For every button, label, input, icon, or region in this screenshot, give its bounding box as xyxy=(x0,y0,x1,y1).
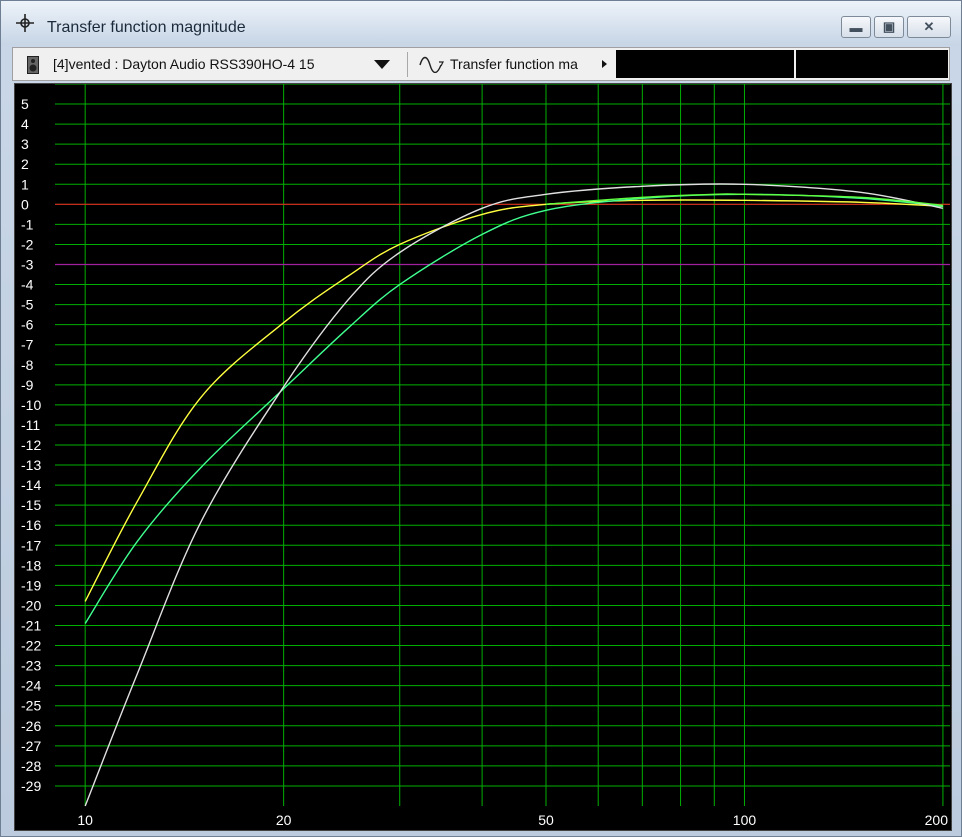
toolbar-divider xyxy=(407,52,408,77)
y-tick-label: -17 xyxy=(21,537,41,553)
series-line-2 xyxy=(84,193,943,624)
y-tick-label: -21 xyxy=(21,618,41,634)
crosshair-icon xyxy=(16,14,34,32)
restore-button[interactable]: ▣ xyxy=(874,16,904,38)
y-tick-label: -26 xyxy=(21,718,41,734)
chevron-down-icon[interactable] xyxy=(374,60,390,69)
chevron-right-icon[interactable] xyxy=(602,60,607,68)
close-button[interactable]: ✕ xyxy=(907,16,951,38)
y-tick-label: 1 xyxy=(21,176,29,192)
y-tick-label: -11 xyxy=(21,417,40,433)
y-tick-label: -27 xyxy=(21,738,41,754)
y-tick-label: -23 xyxy=(21,658,41,674)
y-tick-label: -1 xyxy=(21,216,34,232)
window-title: Transfer function magnitude xyxy=(47,19,246,36)
y-tick-label: -7 xyxy=(21,337,34,353)
y-tick-label: -6 xyxy=(21,317,34,333)
y-tick-label: -8 xyxy=(21,357,34,373)
toolbar: [4]vented : Dayton Audio RSS390HO-4 15 T… xyxy=(12,47,950,81)
y-tick-label: -20 xyxy=(21,597,41,613)
speaker-icon xyxy=(27,56,39,74)
x-tick-label: 200 xyxy=(925,812,949,828)
plot-area[interactable]: 5 4 3 2 1 0 -1 -2 -3 -4 -5 -6 -7 -8 -9 -10 -11 -12 -13 -14-… xyxy=(14,83,952,831)
x-tick-label: 20 xyxy=(276,812,292,828)
y-tick-label: -12 xyxy=(21,437,41,453)
y-tick-label: -25 xyxy=(21,698,41,714)
window-controls: ▬ ▣ ✕ xyxy=(841,16,951,40)
y-tick-label: -14 xyxy=(21,477,41,493)
y-tick-label: -18 xyxy=(21,557,41,573)
y-tick-label: -13 xyxy=(21,457,41,473)
y-tick-label: 5 xyxy=(21,96,29,112)
y-tick-label: -3 xyxy=(21,257,34,273)
title-bar[interactable]: Transfer function magnitude ▬ ▣ ✕ xyxy=(1,1,961,45)
x-tick-label: 10 xyxy=(77,812,93,828)
minimize-button[interactable]: ▬ xyxy=(841,16,871,38)
minimize-icon: ▬ xyxy=(849,19,863,35)
magnitude-chart[interactable]: 543210-1-2-3-4-5-6-7-8-9-10-11-12-13-14-… xyxy=(15,83,951,830)
y-tick-label: -9 xyxy=(21,377,34,393)
y-tick-label: 2 xyxy=(21,156,29,172)
y-tick-label: 0 xyxy=(21,196,29,212)
y-tick-label: 4 xyxy=(21,116,29,132)
y-tick-label: -28 xyxy=(21,758,41,774)
y-tick-label: -19 xyxy=(21,577,41,593)
y-tick-label: -2 xyxy=(21,236,34,252)
y-tick-label: -5 xyxy=(21,297,34,313)
y-tick-label: -10 xyxy=(21,397,41,413)
y-tick-label: -15 xyxy=(21,497,41,513)
y-tick-label: -29 xyxy=(21,778,41,794)
y-tick-label: 3 xyxy=(21,136,29,152)
cursor-readout-right xyxy=(796,50,948,78)
series-line-3 xyxy=(84,183,944,807)
sine-wave-icon xyxy=(419,56,444,73)
x-tick-label: 50 xyxy=(538,812,554,828)
driver-select-label: [4]vented : Dayton Audio RSS390HO-4 15 xyxy=(53,56,315,72)
app-window: Transfer function magnitude ▬ ▣ ✕ [4]ven… xyxy=(0,0,962,837)
close-icon: ✕ xyxy=(923,19,935,34)
restore-icon: ▣ xyxy=(882,19,896,34)
y-tick-label: -16 xyxy=(21,517,41,533)
cursor-readout-left xyxy=(616,50,794,78)
series-line-1 xyxy=(84,199,943,602)
y-tick-label: -4 xyxy=(21,277,34,293)
function-select-label: Transfer function ma xyxy=(450,56,578,72)
y-tick-label: -24 xyxy=(21,678,41,694)
y-tick-label: -22 xyxy=(21,638,41,654)
x-tick-label: 100 xyxy=(733,812,757,828)
